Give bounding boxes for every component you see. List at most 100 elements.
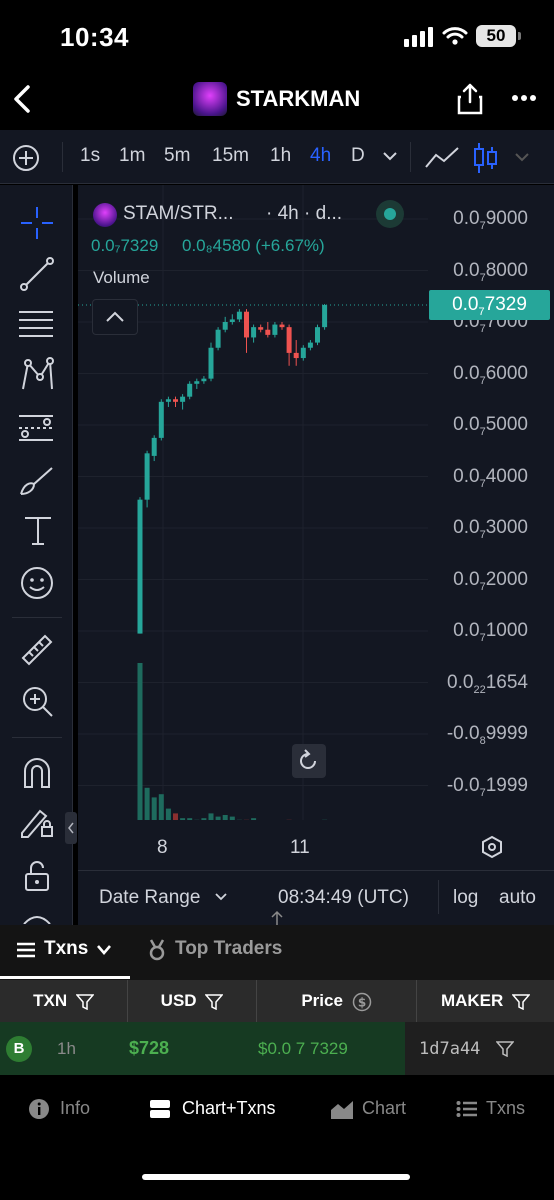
chart-txns-icon[interactable] <box>149 1099 171 1119</box>
txn-maker[interactable]: 1d7a44 <box>419 1039 480 1059</box>
chevron-down-icon[interactable] <box>214 892 228 902</box>
price-tick-prefix: 0.0 <box>453 620 480 641</box>
text-icon[interactable] <box>22 514 54 548</box>
column-header-usd[interactable]: USD <box>128 980 257 1022</box>
filter-icon[interactable] <box>511 993 531 1010</box>
tab-txns[interactable]: Txns <box>44 938 88 960</box>
crosshair-icon[interactable] <box>19 205 55 241</box>
candle-body <box>215 329 221 348</box>
date-range-button[interactable]: Date Range <box>99 887 200 909</box>
price-tick: 0.076000 <box>408 363 528 387</box>
column-label: MAKER <box>440 991 504 1010</box>
candle-body <box>180 396 186 402</box>
nav-chart-txns[interactable]: Chart+Txns <box>182 1098 276 1119</box>
timeframe-1s[interactable]: 1s <box>80 145 100 167</box>
svg-text:$: $ <box>357 995 365 1009</box>
info-icon[interactable] <box>28 1098 50 1120</box>
price-tick-prefix: 0.0 <box>453 259 480 281</box>
nav-info[interactable]: Info <box>60 1098 90 1119</box>
candles-icon[interactable] <box>472 141 500 175</box>
price-tick-digits: 1999 <box>485 774 528 796</box>
wifi-icon <box>442 27 468 45</box>
filter-icon[interactable] <box>496 1041 514 1057</box>
zoom-in-icon[interactable] <box>19 683 55 719</box>
area-chart-icon[interactable] <box>330 1098 354 1120</box>
pattern-icon[interactable] <box>18 357 56 395</box>
symbol-name[interactable]: STAM/STR... <box>123 203 233 225</box>
price-tick-digits: 4000 <box>485 465 528 487</box>
price-tick-digits: 3000 <box>485 517 528 538</box>
filter-icon[interactable] <box>75 993 95 1010</box>
volume-bar <box>158 794 164 823</box>
column-header-price[interactable]: Price $ <box>257 980 417 1022</box>
candle-body <box>158 401 164 438</box>
more-icon[interactable] <box>511 94 537 102</box>
candle-body <box>265 329 271 335</box>
nav-chart[interactable]: Chart <box>362 1098 406 1119</box>
price-tick-prefix: -0.0 <box>446 723 480 744</box>
timeframe-1m[interactable]: 1m <box>119 145 145 167</box>
auto-scale-toggle[interactable]: auto <box>499 887 536 909</box>
timeframe-d[interactable]: D <box>351 145 365 167</box>
divider <box>438 880 439 914</box>
price-tick: -0.071999 <box>408 775 528 799</box>
collapse-legend-button[interactable] <box>92 299 138 335</box>
trend-line-icon[interactable] <box>19 256 55 292</box>
reset-chart-button[interactable] <box>292 744 326 778</box>
medal-icon <box>149 939 165 961</box>
list-icon <box>17 942 35 958</box>
timeframe-1h[interactable]: 1h <box>270 145 291 167</box>
column-label: USD <box>160 991 197 1010</box>
market-status-indicator <box>376 200 404 228</box>
current-price-tag: 0.077329 <box>429 290 550 320</box>
price-tick-prefix: 0.0 <box>453 465 480 487</box>
price-tick: 0.075000 <box>408 414 528 438</box>
eye-icon[interactable] <box>22 910 52 924</box>
line-chart-icon[interactable] <box>424 145 460 171</box>
nav-txns[interactable]: Txns <box>486 1098 525 1119</box>
candle-body <box>258 327 264 330</box>
buy-badge: B <box>6 1036 32 1062</box>
timeframe-5m[interactable]: 5m <box>164 145 190 167</box>
price-tick: 0.072000 <box>408 569 528 593</box>
unlock-icon[interactable] <box>22 860 52 892</box>
filter-icon[interactable] <box>204 993 224 1010</box>
candle-body <box>272 324 278 335</box>
candle-body <box>222 322 228 330</box>
add-indicator-icon[interactable] <box>11 143 41 173</box>
emoji-icon[interactable] <box>19 565 55 601</box>
price-tick-digits: 9999 <box>485 723 528 744</box>
column-header-maker[interactable]: MAKER <box>417 980 554 1022</box>
fib-retracement-icon[interactable] <box>17 306 55 342</box>
timeframe-15m[interactable]: 15m <box>212 145 249 167</box>
log-scale-toggle[interactable]: log <box>453 887 478 909</box>
chevron-down-icon[interactable] <box>96 944 112 956</box>
lock-drawings-icon[interactable] <box>18 805 56 839</box>
prediction-icon[interactable] <box>17 410 55 446</box>
timeframe-4h[interactable]: 4h <box>310 145 331 167</box>
price-tick-digits: 9000 <box>485 208 528 229</box>
price-tick-prefix: 0.0 <box>453 414 480 435</box>
price-tick-prefix: 0.0 <box>453 362 480 384</box>
list-icon[interactable] <box>456 1100 478 1118</box>
back-chevron-icon[interactable] <box>10 84 34 114</box>
chevron-down-icon[interactable] <box>382 150 398 162</box>
price-tick-digits: 1654 <box>485 671 528 693</box>
utc-clock[interactable]: 08:34:49 (UTC) <box>278 887 409 909</box>
share-icon[interactable] <box>456 82 484 116</box>
dollar-circle-icon[interactable]: $ <box>352 992 372 1012</box>
chevron-down-icon[interactable] <box>514 151 530 163</box>
tab-top-traders[interactable]: Top Traders <box>175 938 282 960</box>
divider <box>410 142 411 172</box>
price-tick-subscript: 22 <box>473 683 486 696</box>
brush-icon[interactable] <box>18 462 56 498</box>
magnet-icon[interactable] <box>20 755 54 789</box>
status-time: 10:34 <box>60 22 129 52</box>
interval-label: · 4h · d... <box>266 203 343 224</box>
column-label: Price <box>301 991 343 1010</box>
ruler-icon[interactable] <box>19 632 55 668</box>
settings-icon[interactable] <box>480 835 504 859</box>
active-tab-indicator <box>0 976 130 979</box>
collapse-toolbar-handle[interactable] <box>65 812 77 844</box>
column-header-txn[interactable]: TXN <box>0 980 128 1022</box>
